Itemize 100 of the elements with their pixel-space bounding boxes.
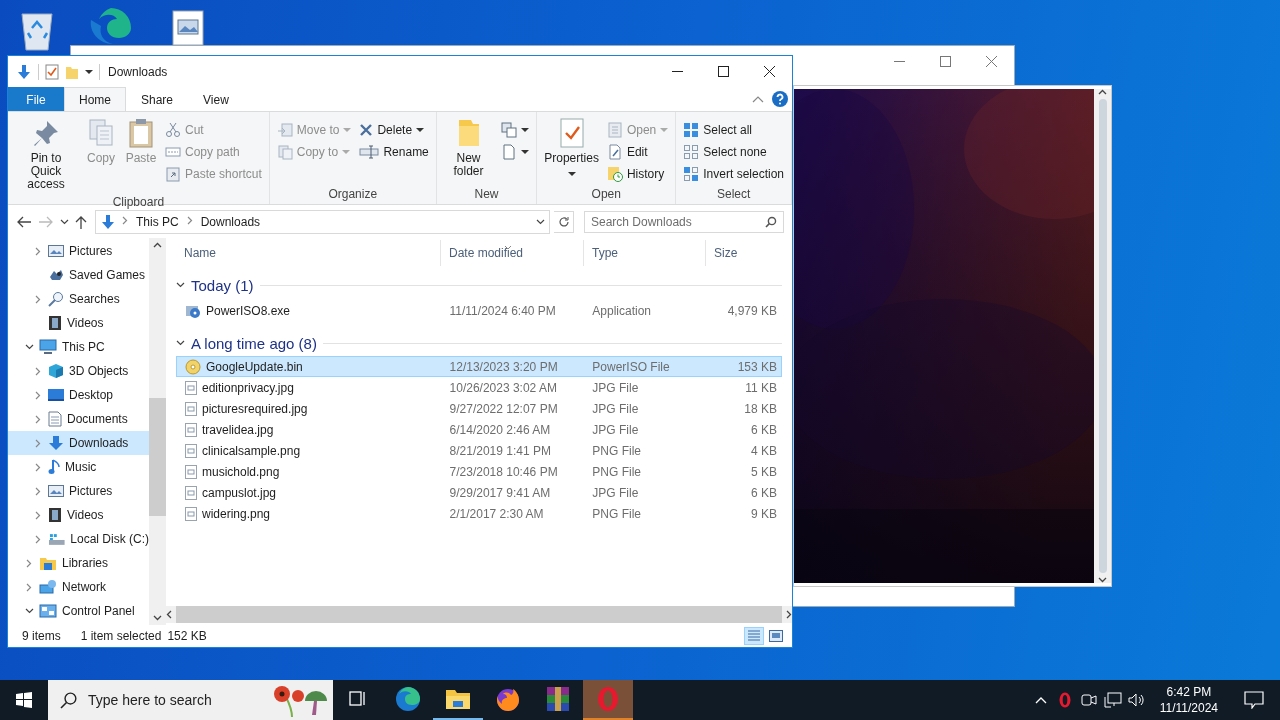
ribbon-button[interactable]: Properties bbox=[541, 115, 602, 183]
breadcrumb[interactable]: Downloads bbox=[198, 214, 263, 229]
search-field[interactable]: Search Downloads bbox=[584, 210, 784, 233]
search-icon bbox=[765, 215, 777, 228]
taskbar-search-field[interactable]: Type here to search bbox=[48, 680, 333, 720]
tree-item[interactable]: Libraries bbox=[8, 551, 149, 575]
file-row[interactable]: editionprivacy.jpg 10/26/2023 3:02 AM JPG File 11 KB bbox=[176, 377, 782, 398]
column-header[interactable]: Size bbox=[706, 240, 781, 266]
ribbon-button[interactable]: Invert selection bbox=[680, 163, 787, 185]
table-cell: JPG File bbox=[592, 485, 639, 500]
image-file-icon bbox=[185, 401, 197, 416]
file-name: GoogleUpdate.bin bbox=[206, 359, 303, 374]
window-title: Downloads bbox=[108, 64, 168, 79]
table-cell: 10/26/2023 3:02 AM bbox=[449, 380, 557, 395]
maximize-icon bbox=[717, 66, 729, 77]
ribbon-button[interactable]: Pin to Quick access bbox=[12, 115, 81, 193]
tree-item[interactable]: Documents bbox=[8, 407, 149, 431]
document-icon bbox=[48, 411, 62, 427]
column-header[interactable]: Name bbox=[176, 240, 441, 266]
tree-item[interactable]: Network bbox=[8, 575, 149, 599]
image-file-icon bbox=[185, 464, 197, 479]
music-note-icon bbox=[48, 459, 60, 475]
back-button[interactable] bbox=[16, 215, 32, 228]
ribbon-button[interactable]: Delete bbox=[356, 119, 432, 141]
ribbon-tab[interactable]: Home bbox=[64, 87, 126, 111]
tree-item[interactable]: Desktop bbox=[8, 383, 149, 407]
breadcrumb[interactable]: This PC bbox=[134, 214, 181, 229]
rename-icon bbox=[359, 145, 380, 159]
tree-item[interactable]: Control Panel bbox=[8, 599, 149, 623]
table-cell: 7/23/2018 10:46 PM bbox=[449, 464, 558, 479]
desktop-icon bbox=[48, 388, 64, 402]
close-icon bbox=[985, 55, 997, 67]
ribbon-tab[interactable]: Share bbox=[126, 87, 189, 111]
image-file-icon bbox=[185, 380, 197, 395]
file-row[interactable]: travelidea.jpg 6/14/2020 2:46 AM JPG File 6 KB bbox=[176, 419, 782, 440]
column-header[interactable]: Type bbox=[584, 240, 706, 266]
tree-item[interactable]: Videos bbox=[8, 503, 149, 527]
tree-item[interactable]: Saved Games bbox=[8, 263, 149, 287]
download-arrow-icon bbox=[16, 63, 32, 80]
chevron-right-icon bbox=[122, 216, 128, 225]
tree-item[interactable]: 3D Objects bbox=[8, 359, 149, 383]
table-cell: 6 KB bbox=[751, 485, 777, 500]
move-icon bbox=[276, 122, 293, 138]
file-row[interactable]: musichold.png 7/23/2018 10:46 PM PNG File 5 KB bbox=[176, 461, 782, 482]
tree-item[interactable]: Music bbox=[8, 455, 149, 479]
ribbon-button[interactable]: Select none bbox=[680, 141, 787, 163]
tree-item[interactable]: Videos bbox=[8, 311, 149, 335]
drive-icon bbox=[47, 532, 66, 546]
refresh-icon bbox=[557, 215, 570, 228]
tree-item[interactable]: Downloads bbox=[8, 431, 149, 455]
column-header[interactable]: Date modified bbox=[441, 240, 584, 266]
file-row[interactable]: campuslot.jpg 9/29/2017 9:41 AM JPG File 6 KB bbox=[176, 482, 782, 503]
large-icons-view-icon bbox=[769, 630, 783, 642]
file-row[interactable]: clinicalsample.png 8/21/2019 1:41 PM PNG File 4 KB bbox=[176, 440, 782, 461]
table-cell: 6/14/2020 2:46 AM bbox=[449, 422, 551, 437]
chevron-right-icon bbox=[35, 246, 41, 256]
caret-icon bbox=[521, 148, 530, 155]
table-cell: PNG File bbox=[592, 443, 641, 458]
ribbon-button[interactable]: Edit bbox=[603, 141, 672, 163]
image-file-icon bbox=[185, 443, 197, 458]
ribbon-button[interactable]: New folder bbox=[440, 115, 497, 180]
installer-icon bbox=[185, 303, 201, 319]
tree-item[interactable]: Local Disk (C:) bbox=[8, 527, 149, 551]
refresh-button[interactable] bbox=[554, 210, 574, 233]
library-icon bbox=[39, 555, 57, 571]
ribbon-button[interactable]: Rename bbox=[356, 141, 432, 163]
ribbon-tab[interactable]: View bbox=[188, 87, 244, 111]
file-row[interactable]: widering.png 2/1/2017 2:30 AM PNG File 9 KB bbox=[176, 503, 782, 524]
clock[interactable]: 6:42 PM 11/11/2024 bbox=[1151, 684, 1226, 716]
caret-icon bbox=[342, 148, 351, 155]
status-text: 9 items bbox=[22, 629, 61, 643]
tree-item[interactable]: Searches bbox=[8, 287, 149, 311]
file-row[interactable]: PowerISO8.exe 11/11/2024 6:40 PM Application 4,979 KB bbox=[176, 298, 782, 324]
ribbon-button[interactable]: History bbox=[603, 163, 672, 185]
address-bar[interactable]: This PC Downloads bbox=[95, 209, 550, 234]
image-file-icon bbox=[185, 506, 197, 521]
table-cell: JPG File bbox=[592, 422, 639, 437]
control-panel-icon bbox=[39, 603, 57, 619]
group-header[interactable]: A long time ago (8) bbox=[191, 334, 317, 352]
scrollbar[interactable] bbox=[1094, 89, 1111, 583]
scrollbar[interactable] bbox=[149, 238, 166, 625]
file-menu-button[interactable]: File bbox=[8, 87, 64, 111]
chevron-right-icon bbox=[35, 294, 41, 304]
tree-item[interactable]: Pictures bbox=[8, 239, 149, 263]
ribbon-button[interactable]: Select all bbox=[680, 119, 787, 141]
details-view-icon bbox=[747, 630, 761, 642]
scrollbar[interactable] bbox=[166, 606, 792, 623]
tree-item[interactable]: This PC bbox=[8, 335, 149, 359]
up-button[interactable] bbox=[75, 214, 87, 229]
group-label: Organize bbox=[328, 187, 378, 201]
file-name: clinicalsample.png bbox=[202, 443, 301, 458]
group-header[interactable]: Today (1) bbox=[191, 276, 254, 294]
recent-locations-button[interactable] bbox=[60, 218, 69, 225]
cube-icon bbox=[48, 363, 64, 379]
view-button[interactable] bbox=[766, 627, 786, 645]
file-row[interactable]: GoogleUpdate.bin 12/13/2023 3:20 PM PowerISO File 153 KB bbox=[176, 356, 782, 377]
tree-item[interactable]: Pictures bbox=[8, 479, 149, 503]
chevron-down-icon bbox=[60, 218, 69, 225]
file-row[interactable]: picturesrequired.jpg 9/27/2022 12:07 PM JPG File 18 KB bbox=[176, 398, 782, 419]
table-cell: 9/27/2022 12:07 PM bbox=[449, 401, 558, 416]
